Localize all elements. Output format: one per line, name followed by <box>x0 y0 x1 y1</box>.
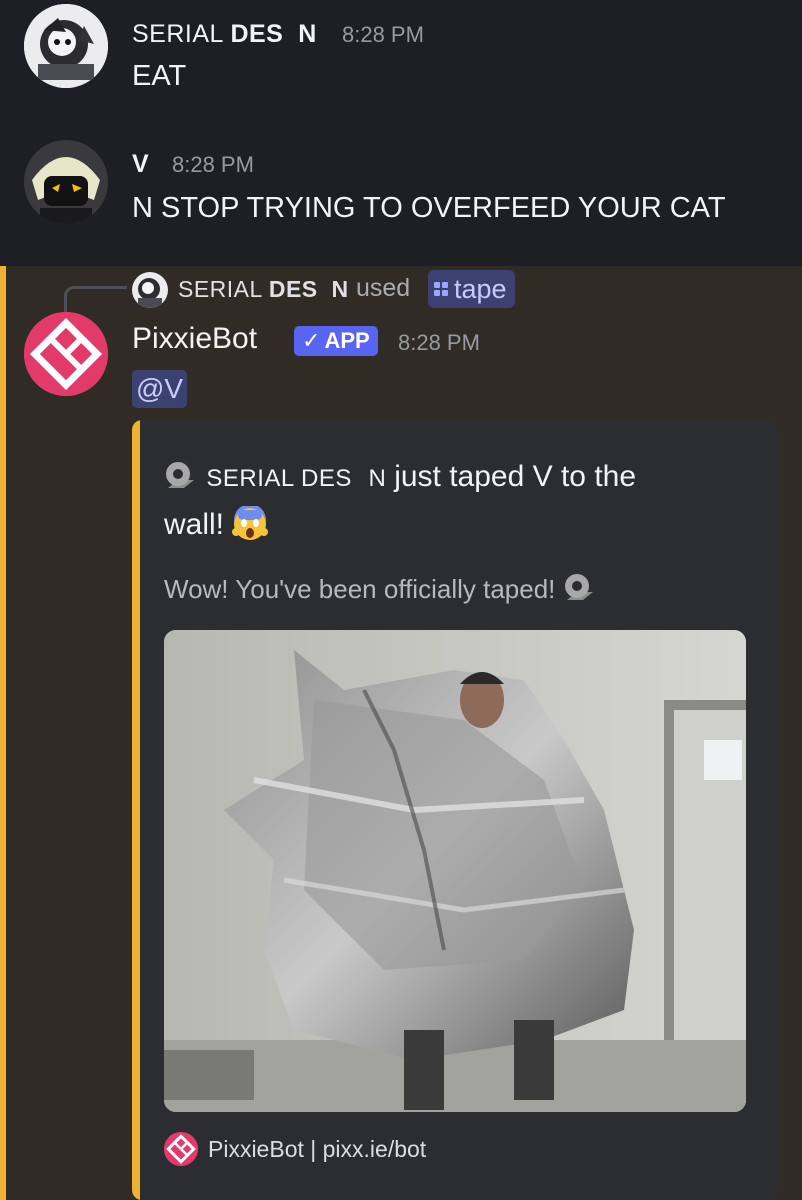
embed-footer-text[interactable]: PixxieBot | pixx.ie/bot <box>208 1136 426 1163</box>
slash-command-icon <box>434 282 448 296</box>
message-serial-desn: SERIAL DES N 8:28 PM EAT <box>0 0 802 130</box>
message-v: V 8:28 PM N STOP TRYING TO OVERFEED YOUR… <box>0 130 802 266</box>
timestamp: 8:28 PM <box>398 330 480 355</box>
embed-description: Wow! You've been officially taped! <box>164 570 597 605</box>
slash-command-name: tape <box>454 273 507 304</box>
embed-title-continued: wall! <box>164 504 269 542</box>
app-badge: ✓ APP <box>294 326 378 356</box>
user-mention[interactable]: @V <box>132 370 188 408</box>
message-text: EAT <box>132 60 187 92</box>
bot-avatar[interactable] <box>24 312 108 396</box>
tape-roll-icon <box>164 458 198 492</box>
reply-user-avatar[interactable] <box>132 272 168 308</box>
checkmark-icon: ✓ <box>302 328 321 353</box>
pixxiebot-logo-icon <box>24 312 108 396</box>
pixxiebot-logo-icon <box>164 1132 198 1166</box>
reply-used-label: used <box>356 274 411 302</box>
username[interactable]: SERIAL DES N <box>132 20 317 49</box>
embed-title: SERIAL DES N just taped V to the <box>164 458 636 494</box>
user-avatar-v[interactable] <box>24 140 108 224</box>
embed-footer: PixxieBot | pixx.ie/bot <box>164 1132 426 1166</box>
message-text: N STOP TRYING TO OVERFEED YOUR CAT <box>132 192 726 224</box>
embed-gif-image[interactable] <box>164 630 746 1112</box>
timestamp: 8:28 PM <box>172 152 254 177</box>
user-avatar-serial-desn[interactable] <box>24 4 108 88</box>
reply-username[interactable]: SERIAL DES N <box>178 276 349 303</box>
bot-username[interactable]: PixxieBot <box>132 322 257 356</box>
scream-emoji-icon <box>232 504 269 542</box>
embed-accent-bar <box>132 420 140 1200</box>
tape-roll-icon <box>563 570 597 604</box>
mention-highlight-bar <box>0 266 6 1200</box>
embed-card: SERIAL DES N just taped V to the wall! W… <box>132 420 778 1200</box>
username[interactable]: V <box>132 150 149 179</box>
timestamp: 8:28 PM <box>342 22 424 47</box>
slash-command-chip[interactable]: tape <box>428 270 515 308</box>
